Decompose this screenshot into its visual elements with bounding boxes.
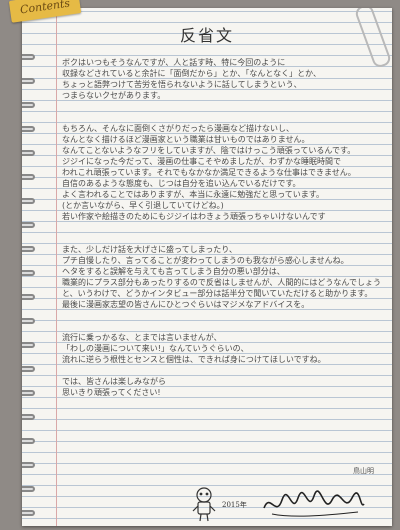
letter-line: よく言われることではありますが、本当に永遠に勉強だと思っています。 bbox=[62, 190, 324, 199]
signature-area: 2015年 bbox=[190, 486, 370, 522]
letter-line: 職業的にプラス部分もあったりするので反省はしませんが、人間的にはどうなんでしょう… bbox=[62, 278, 380, 287]
binder-ring bbox=[22, 270, 35, 276]
letter-line: 「わしの漫画について来い!」なんていうぐらいの、 bbox=[62, 344, 249, 353]
letter-line: 若い作家や絵描きのためにもジジイはわきょう頑張っちゃいけないんです bbox=[62, 212, 326, 221]
binder-ring bbox=[22, 414, 35, 420]
author-name: 鳥山明 bbox=[353, 467, 374, 475]
binder-ring bbox=[22, 246, 35, 252]
letter-line: 思いきり頑張ってください! bbox=[62, 388, 161, 397]
letter-line: 収録などされていると余計に「面倒だから」とか、「なんとなく」とか、 bbox=[62, 69, 321, 78]
handwritten-signature bbox=[263, 490, 365, 517]
letter-body: ボクはいつもそうなんですが、人と話す時、特に今回のように 収録などされていると余… bbox=[62, 57, 380, 398]
binder-ring bbox=[22, 198, 35, 204]
binder-ring bbox=[22, 126, 35, 132]
binder-ring bbox=[22, 318, 35, 324]
page-title: 反省文 bbox=[179, 26, 234, 45]
letter-line: われこれ頑張っています。それでもなかなか満足できるような仕事はできません。 bbox=[62, 168, 356, 177]
letter-line: 流行に乗っかるな、とまでは言いませんが、 bbox=[62, 333, 222, 342]
margin-line bbox=[56, 8, 57, 526]
binder-ring bbox=[22, 438, 35, 444]
letter-line: ボクはいつもそうなんですが、人と話す時、特に今回のように bbox=[62, 58, 286, 67]
binder-ring bbox=[22, 486, 35, 492]
letter-paper: 反省文 ボクはいつもそうなんですが、人と話す時、特に今回のように 収録などされて… bbox=[22, 8, 392, 526]
binder-ring bbox=[22, 150, 35, 156]
binder-ring bbox=[22, 54, 35, 60]
letter-line: また、少しだけ話を大げさに盛ってしまったり、 bbox=[62, 245, 237, 254]
letter-line: では、皆さんは楽しみながら bbox=[62, 377, 166, 386]
letter-line: 自信のあるような態度も、じつは自分を追い込んでいるだけです。 bbox=[62, 179, 301, 188]
binder-ring bbox=[22, 174, 35, 180]
binder-ring bbox=[22, 510, 35, 516]
binder-ring bbox=[22, 222, 35, 228]
letter-line: なんとなく描けるほど漫画家という職業は甘いものではありません。 bbox=[62, 135, 310, 144]
binder-ring bbox=[22, 294, 35, 300]
binder-ring bbox=[22, 102, 35, 108]
letter-line: ヘタをすると誤解を与えても言ってしまう自分の悪い部分は、 bbox=[62, 267, 285, 276]
signature-year: 2015年 bbox=[222, 501, 247, 509]
binder-ring bbox=[22, 462, 35, 468]
letter-line: つまらないクセがあります。 bbox=[62, 91, 166, 100]
binder-ring bbox=[22, 366, 35, 372]
binder-ring bbox=[22, 390, 35, 396]
binder-ring bbox=[22, 78, 35, 84]
letter-line: (とか言いながら、早く引退していてけどね。) bbox=[62, 201, 224, 210]
letter-line: プチ自慢したり、言ってることが変わってしまうのも我ながら感心しませんね。 bbox=[62, 256, 349, 265]
letter-line: と、いうわけで、どうかインタビュー部分は話半分で聞いていただけると助かります。 bbox=[62, 289, 373, 298]
letter-line: ちょっと語弊つけて苦労を悟られないように話してしまうという、 bbox=[62, 80, 302, 89]
binder-ring bbox=[22, 342, 35, 348]
letter-line: ジジイになった今だって、漫画の仕事こそやめましたが、わずかな睡眠時間で bbox=[62, 157, 342, 166]
letter-line: 最後に漫画家志望の皆さんにひとつぐらいはマジメなアドバイスを。 bbox=[62, 300, 310, 309]
letter-line: なんてことないようなフリをしていますが、陰ではけっこう頑張っているんです。 bbox=[62, 146, 356, 155]
letter-line: もちろん、そんなに面倒くさがりだったら漫画など描けないし、 bbox=[62, 124, 294, 133]
letter-line: 流れに逆らう根性とセンスと個性は、できれば身につけてほしいですね。 bbox=[62, 355, 326, 364]
